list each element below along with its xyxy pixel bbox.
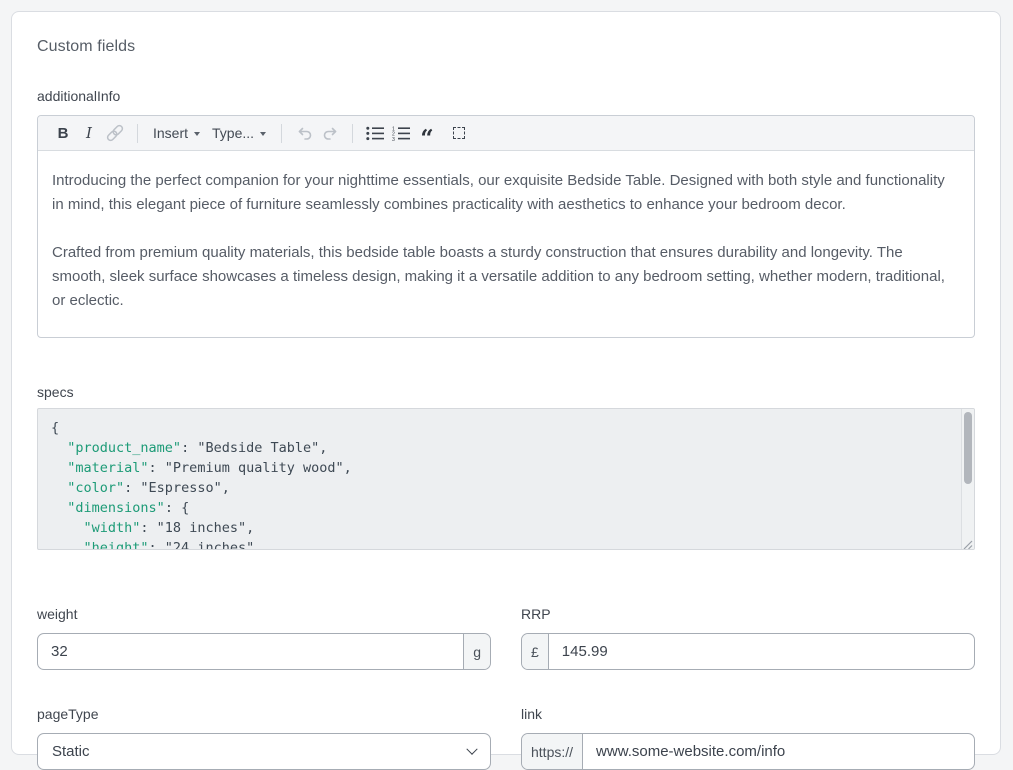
code-block-button[interactable]: [446, 120, 472, 146]
weight-unit-addon: g: [463, 634, 490, 669]
custom-fields-card: Custom fields additionalInfo B I: [11, 11, 1001, 755]
additional-info-label: additionalInfo: [37, 88, 975, 104]
weight-field: weight g: [37, 606, 491, 670]
resize-grip-icon[interactable]: [962, 537, 973, 548]
editor-content[interactable]: Introducing the perfect companion for yo…: [38, 151, 974, 337]
insert-dropdown[interactable]: Insert: [147, 120, 206, 146]
editor-paragraph: Introducing the perfect companion for yo…: [52, 169, 960, 217]
redo-icon: [321, 124, 340, 142]
toolbar-separator: [281, 124, 282, 143]
redo-button[interactable]: [317, 120, 343, 146]
additional-info-field: additionalInfo B I: [37, 88, 975, 338]
toolbar-separator: [137, 124, 138, 143]
page-type-field: pageType Static: [37, 706, 491, 770]
caret-down-icon: [260, 132, 266, 136]
protocol-addon: https://: [522, 734, 583, 769]
vertical-scrollbar[interactable]: [961, 409, 974, 549]
undo-icon: [295, 124, 314, 142]
link-field: link https://: [521, 706, 975, 770]
dashed-box-icon: [453, 127, 465, 139]
link-icon: [105, 123, 125, 143]
rrp-field: RRP £: [521, 606, 975, 670]
scrollbar-thumb[interactable]: [964, 412, 972, 484]
editor-paragraph: Crafted from premium quality materials, …: [52, 241, 960, 313]
undo-button[interactable]: [291, 120, 317, 146]
card-title: Custom fields: [37, 38, 975, 56]
chevron-down-icon: [466, 743, 477, 754]
bullet-list-icon: [366, 126, 384, 141]
toolbar-separator: [352, 124, 353, 143]
bullet-list-button[interactable]: [362, 120, 388, 146]
weight-input-group: g: [37, 633, 491, 670]
page-type-label: pageType: [37, 706, 491, 722]
link-input-group: https://: [521, 733, 975, 770]
link-button[interactable]: [102, 120, 128, 146]
page-type-select[interactable]: Static: [37, 733, 491, 770]
rrp-input-group: £: [521, 633, 975, 670]
italic-button[interactable]: I: [76, 120, 102, 146]
specs-code-editor[interactable]: { "product_name": "Bedside Table", "mate…: [37, 408, 975, 550]
insert-dropdown-label: Insert: [153, 125, 188, 141]
specs-field: specs { "product_name": "Bedside Table",…: [37, 384, 975, 550]
ordered-list-button[interactable]: 1 2 3: [388, 120, 414, 146]
caret-down-icon: [194, 132, 200, 136]
editor-toolbar: B I Insert: [38, 116, 974, 151]
link-label: link: [521, 706, 975, 722]
weight-label: weight: [37, 606, 491, 622]
bold-button[interactable]: B: [50, 120, 76, 146]
page-type-selected-value: Static: [52, 743, 90, 760]
rrp-label: RRP: [521, 606, 975, 622]
ordered-list-icon: 1 2 3: [392, 126, 410, 141]
rrp-input[interactable]: [549, 634, 974, 669]
type-dropdown-label: Type...: [212, 125, 254, 141]
type-dropdown[interactable]: Type...: [206, 120, 272, 146]
specs-label: specs: [37, 384, 975, 400]
rich-text-editor: B I Insert: [37, 115, 975, 338]
currency-addon: £: [522, 634, 549, 669]
blockquote-button[interactable]: “: [414, 120, 440, 146]
weight-input[interactable]: [38, 634, 463, 669]
link-input[interactable]: [583, 734, 974, 769]
svg-text:3: 3: [392, 136, 395, 142]
specs-code: { "product_name": "Bedside Table", "mate…: [38, 409, 974, 550]
